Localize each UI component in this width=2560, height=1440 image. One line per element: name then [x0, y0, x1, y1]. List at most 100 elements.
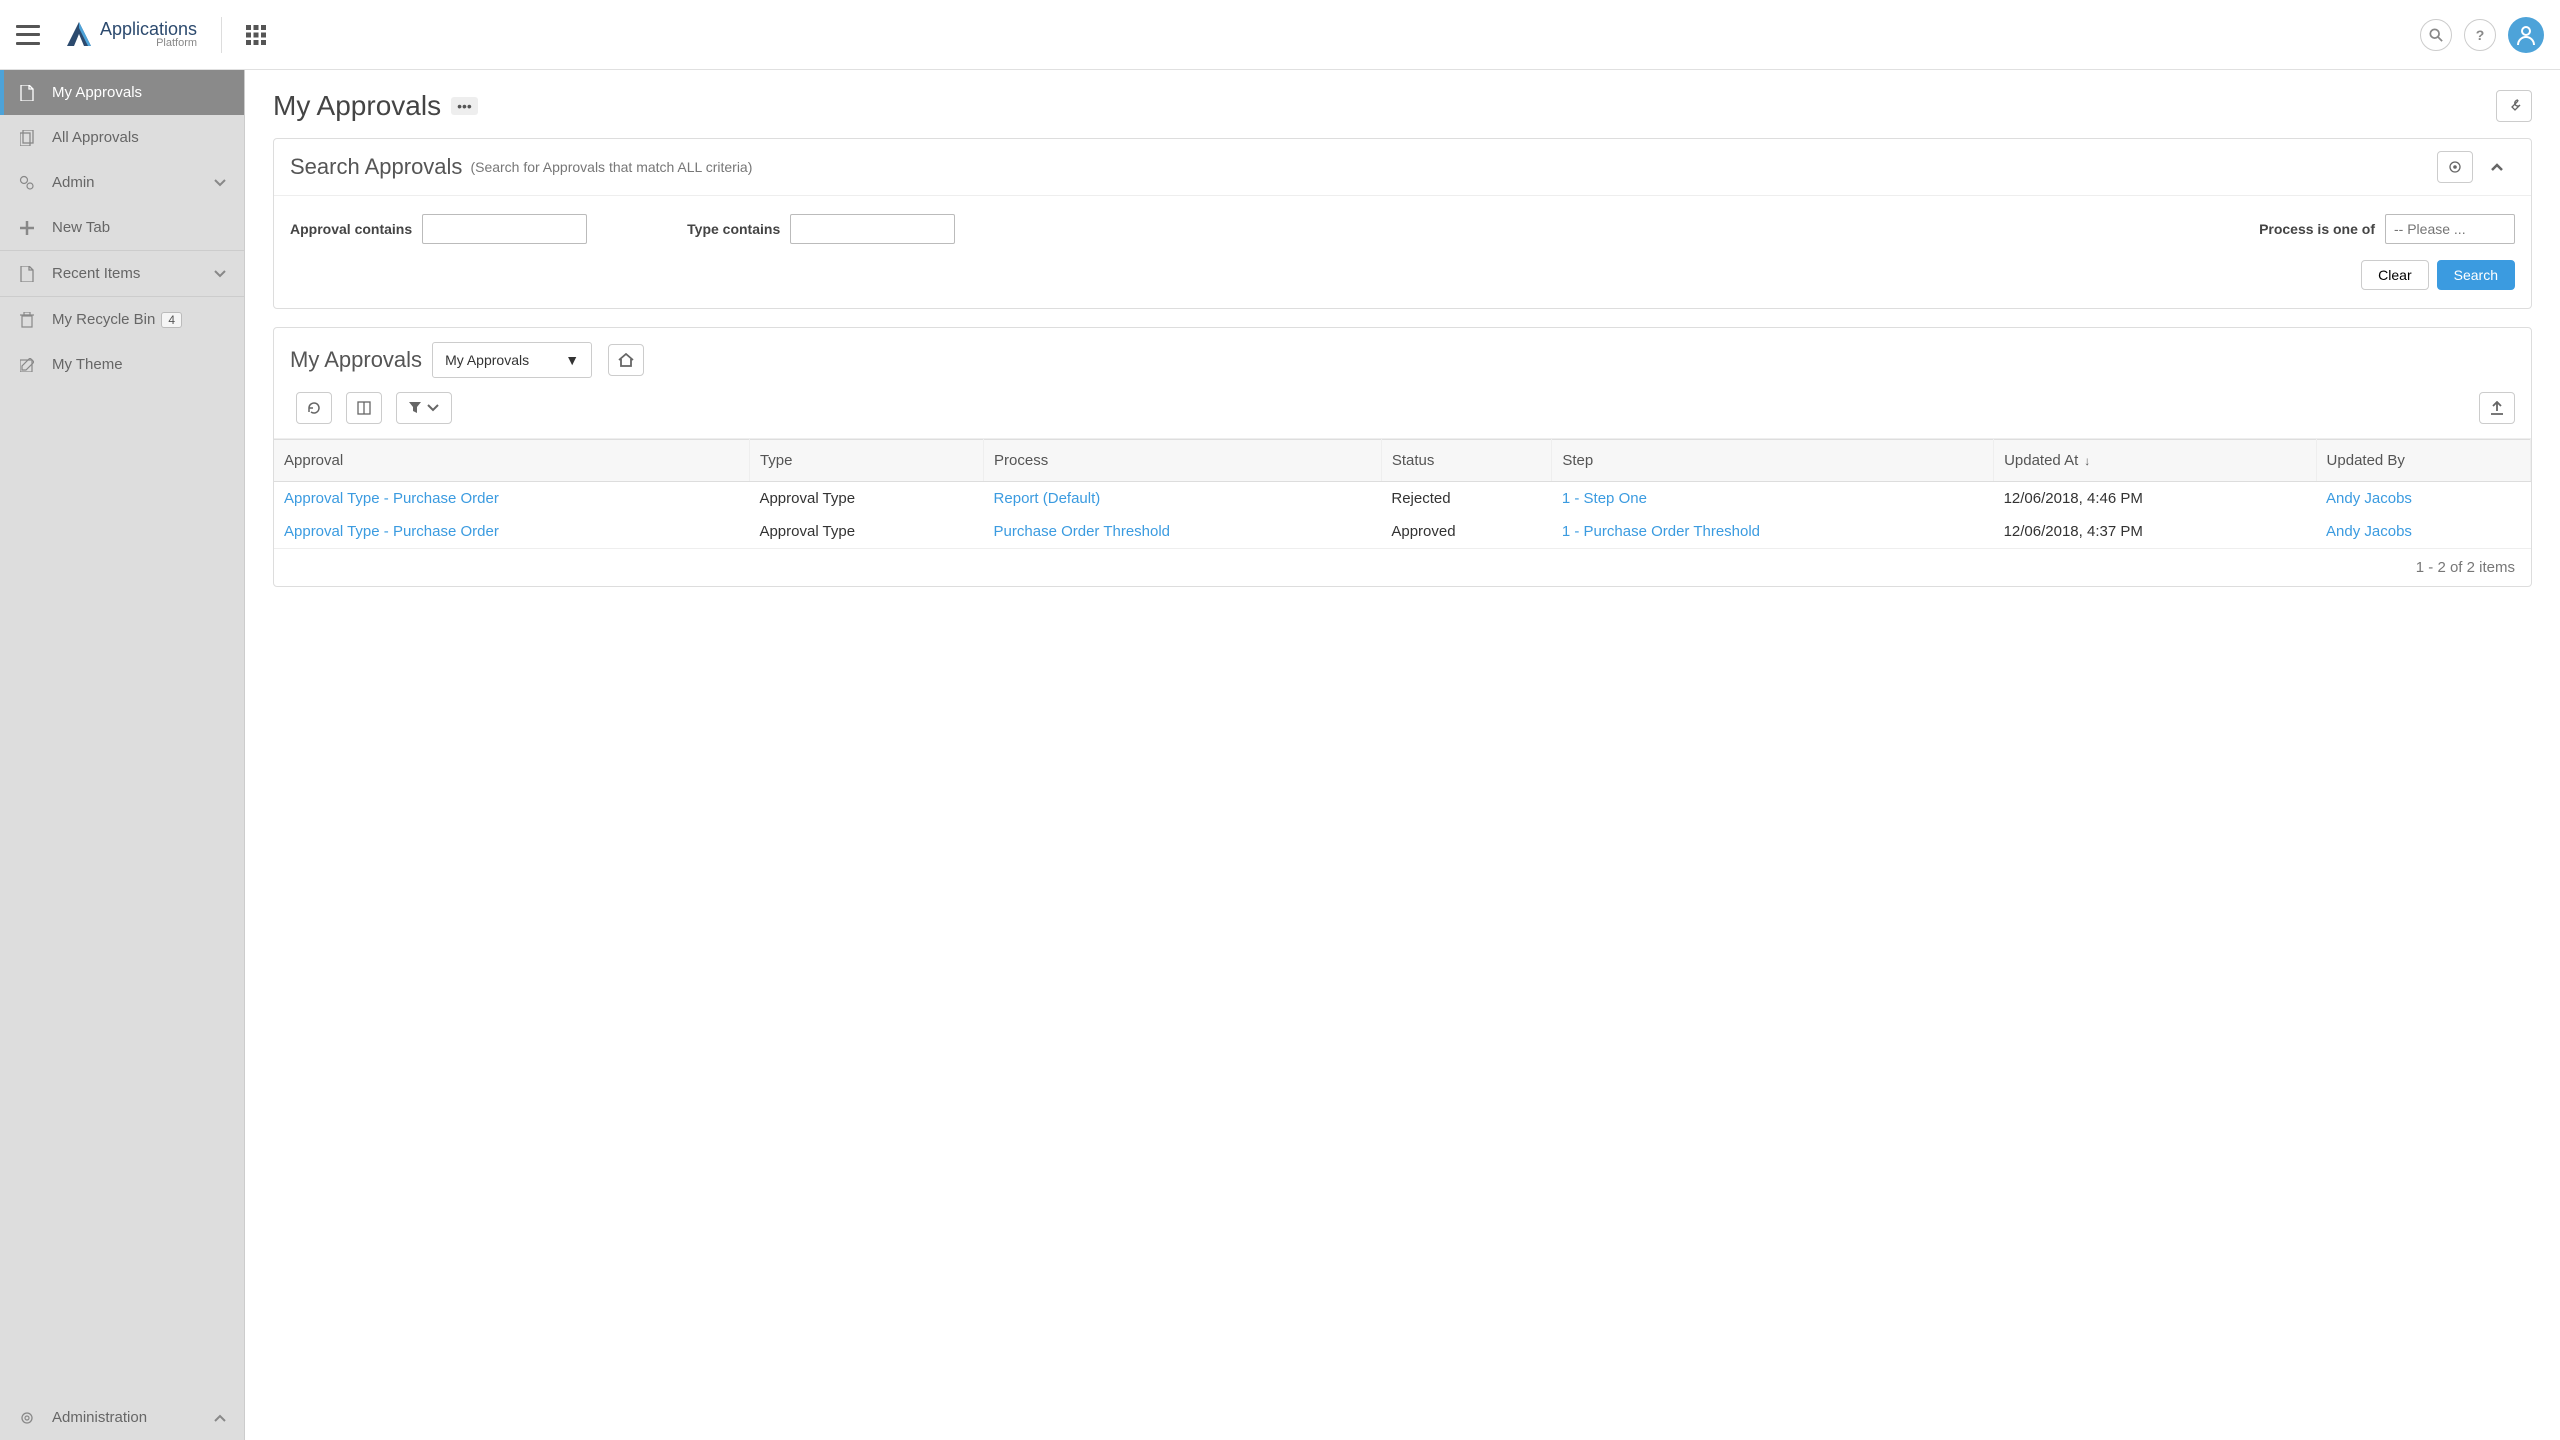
hamburger-menu-button[interactable] [16, 25, 40, 45]
help-icon: ? [2476, 27, 2485, 43]
search-panel-title: Search Approvals [290, 154, 462, 180]
trash-icon [18, 312, 36, 328]
gears-icon [18, 175, 36, 191]
logo-icon [64, 20, 94, 50]
type-contains-input[interactable] [790, 214, 955, 244]
search-settings-button[interactable] [2437, 151, 2473, 183]
sidebar-item-my-approvals[interactable]: My Approvals [0, 70, 244, 115]
col-approval[interactable]: Approval [274, 440, 749, 482]
table-row: Approval Type - Purchase Order Approval … [274, 482, 2531, 516]
sidebar-item-new-tab[interactable]: New Tab [0, 205, 244, 250]
columns-button[interactable] [346, 392, 382, 424]
col-status[interactable]: Status [1381, 440, 1552, 482]
main-content: My Approvals ••• Search Approvals (Searc… [245, 70, 2560, 1440]
cell-updated-at: 12/06/2018, 4:46 PM [1994, 482, 2316, 516]
cell-type: Approval Type [749, 515, 983, 548]
wrench-icon [2506, 98, 2522, 114]
filter-button[interactable] [396, 392, 452, 424]
page-title: My Approvals [273, 90, 441, 122]
updated-by-link[interactable]: Andy Jacobs [2326, 490, 2412, 507]
refresh-button[interactable] [296, 392, 332, 424]
gear-icon [18, 1410, 36, 1426]
sidebar-item-label: Administration [52, 1409, 147, 1426]
process-one-of-select[interactable] [2385, 214, 2515, 244]
process-link[interactable]: Purchase Order Threshold [994, 523, 1170, 540]
apps-grid-icon [246, 25, 266, 45]
sidebar-item-recycle-bin[interactable]: My Recycle Bin 4 [0, 297, 244, 342]
clear-button[interactable]: Clear [2361, 260, 2428, 290]
home-view-button[interactable] [608, 344, 644, 376]
chevron-down-icon [214, 179, 226, 187]
badge-count: 4 [161, 312, 182, 328]
edit-icon [18, 358, 36, 372]
plus-icon [18, 221, 36, 235]
sidebar-item-label: My Recycle Bin [52, 311, 155, 328]
user-icon [2515, 24, 2537, 46]
caret-down-icon: ▼ [565, 352, 579, 368]
header-divider [221, 17, 222, 53]
sidebar-item-label: All Approvals [52, 129, 139, 146]
sidebar-item-label: Admin [52, 174, 95, 191]
sidebar-item-admin[interactable]: Admin [0, 160, 244, 205]
app-header: Applications Platform ? [0, 0, 2560, 70]
more-actions-button[interactable]: ••• [451, 97, 478, 115]
col-step[interactable]: Step [1552, 440, 1994, 482]
dropdown-value: My Approvals [445, 352, 529, 368]
sidebar-item-label: Recent Items [52, 265, 140, 282]
search-button[interactable] [2420, 19, 2452, 51]
process-one-of-label: Process is one of [2259, 221, 2375, 237]
chevron-up-icon [214, 1414, 226, 1422]
approval-link[interactable]: Approval Type - Purchase Order [284, 490, 499, 507]
sidebar-item-label: My Approvals [52, 84, 142, 101]
export-button[interactable] [2479, 392, 2515, 424]
user-avatar[interactable] [2508, 17, 2544, 53]
updated-by-link[interactable]: Andy Jacobs [2326, 523, 2412, 540]
help-button[interactable]: ? [2464, 19, 2496, 51]
filter-icon [409, 402, 421, 414]
columns-icon [357, 401, 371, 415]
type-contains-label: Type contains [687, 221, 780, 237]
collapse-search-button[interactable] [2479, 151, 2515, 183]
home-icon [618, 353, 634, 367]
approval-contains-label: Approval contains [290, 221, 412, 237]
list-panel-title: My Approvals [290, 347, 422, 373]
list-panel: My Approvals My Approvals ▼ [273, 327, 2532, 587]
sidebar-item-recent-items[interactable]: Recent Items [0, 251, 244, 296]
col-type[interactable]: Type [749, 440, 983, 482]
process-link[interactable]: Report (Default) [994, 490, 1101, 507]
search-panel: Search Approvals (Search for Approvals t… [273, 138, 2532, 309]
approvals-table: Approval Type Process Status Step Update… [274, 439, 2531, 548]
chevron-up-icon [2490, 162, 2504, 172]
approval-contains-input[interactable] [422, 214, 587, 244]
sidebar-item-label: New Tab [52, 219, 110, 236]
approval-link[interactable]: Approval Type - Purchase Order [284, 523, 499, 540]
sidebar: My Approvals All Approvals Admin New Tab [0, 70, 245, 1440]
chevron-down-icon [214, 270, 226, 278]
logo-text-sub: Platform [100, 38, 197, 49]
pagination-info: 1 - 2 of 2 items [274, 548, 2531, 586]
cell-type: Approval Type [749, 482, 983, 516]
sidebar-item-label: My Theme [52, 356, 123, 373]
search-panel-subtitle: (Search for Approvals that match ALL cri… [470, 159, 752, 175]
configure-button[interactable] [2496, 90, 2532, 122]
col-updated-at[interactable]: Updated At↓ [1994, 440, 2316, 482]
col-process[interactable]: Process [984, 440, 1382, 482]
cell-updated-at: 12/06/2018, 4:37 PM [1994, 515, 2316, 548]
step-link[interactable]: 1 - Purchase Order Threshold [1562, 523, 1760, 540]
sidebar-item-administration[interactable]: Administration [0, 1395, 244, 1440]
logo-text-main: Applications [100, 20, 197, 38]
gear-icon [2448, 160, 2462, 174]
cell-status: Rejected [1381, 482, 1552, 516]
step-link[interactable]: 1 - Step One [1562, 490, 1647, 507]
search-icon [2429, 28, 2443, 42]
chevron-down-icon [427, 404, 439, 412]
search-button[interactable]: Search [2437, 260, 2515, 290]
sidebar-item-all-approvals[interactable]: All Approvals [0, 115, 244, 160]
sidebar-item-my-theme[interactable]: My Theme [0, 342, 244, 387]
apps-grid-button[interactable] [246, 25, 266, 45]
view-selector-dropdown[interactable]: My Approvals ▼ [432, 342, 592, 378]
app-logo[interactable]: Applications Platform [64, 20, 197, 50]
refresh-icon [307, 401, 321, 415]
col-updated-by[interactable]: Updated By [2316, 440, 2530, 482]
cell-status: Approved [1381, 515, 1552, 548]
